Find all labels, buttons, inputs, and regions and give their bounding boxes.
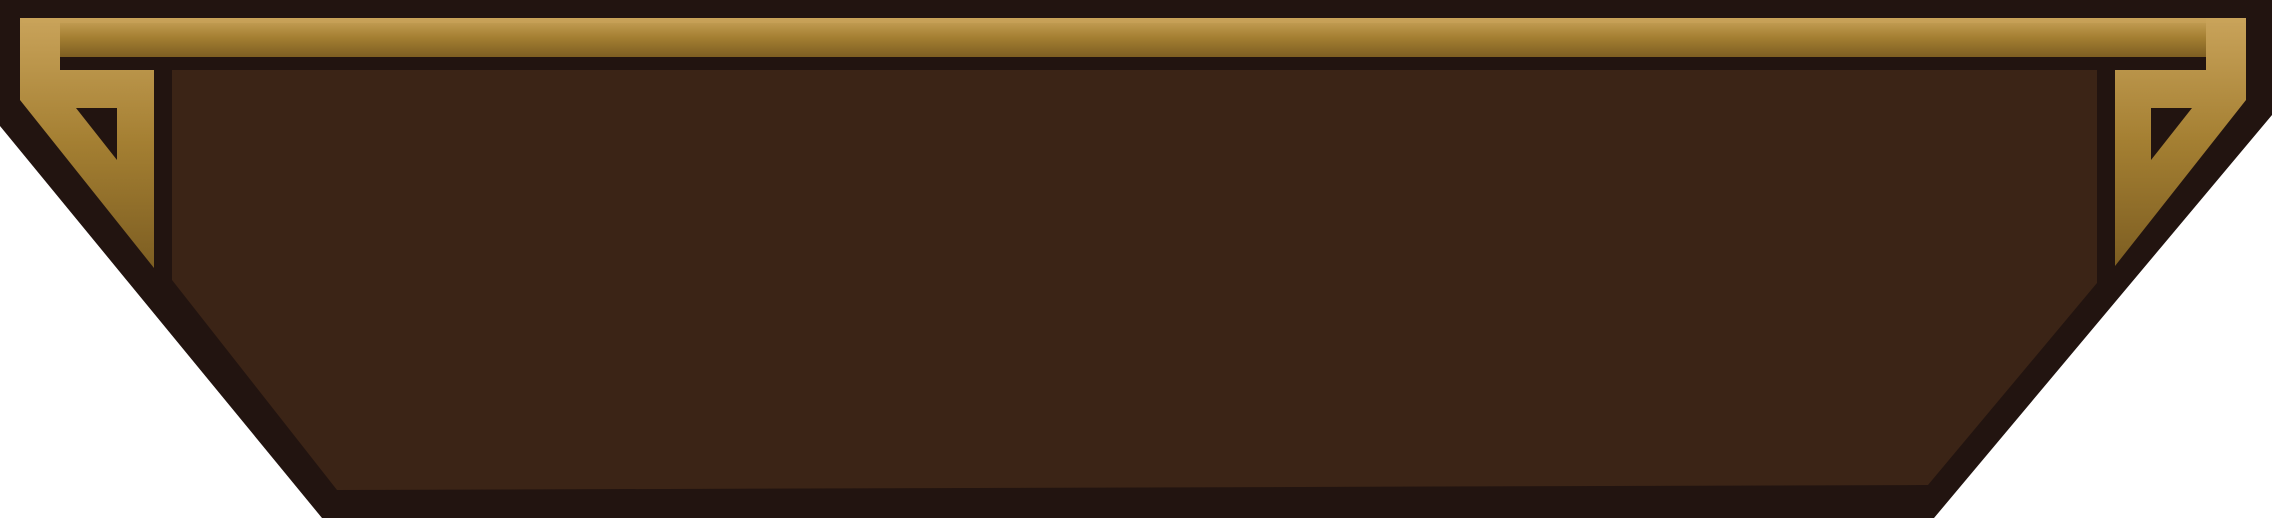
gold-bar-highlight bbox=[22, 20, 2244, 23]
inner-panel bbox=[172, 70, 2097, 490]
gold-top-bar bbox=[20, 18, 2246, 57]
top-divider bbox=[154, 57, 2115, 70]
banner-frame-graphic bbox=[0, 0, 2272, 518]
wooden-banner-panel bbox=[0, 0, 2272, 518]
